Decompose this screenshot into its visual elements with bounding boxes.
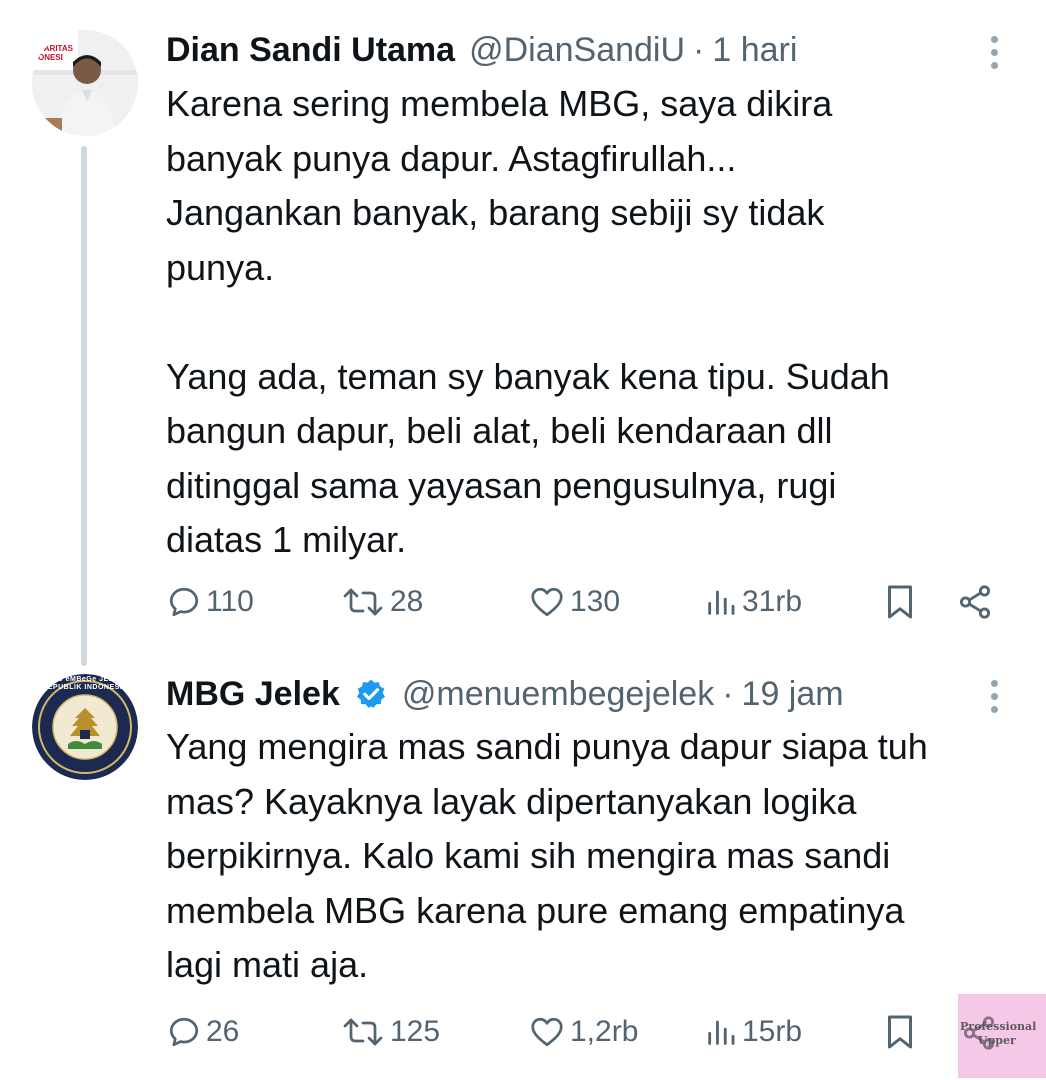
bookmark-icon — [888, 585, 912, 619]
tweet-actions: 110 28 130 31rb — [166, 580, 1006, 624]
verified-icon — [354, 677, 388, 711]
bookmark-button[interactable] — [882, 580, 918, 624]
tweet-text-blank-line — [166, 295, 1026, 350]
tweet-timestamp[interactable]: 19 jam — [742, 674, 844, 714]
bookmark-button[interactable] — [882, 1010, 918, 1054]
like-button[interactable]: 1,2rb — [528, 1010, 638, 1054]
like-count: 130 — [570, 585, 621, 618]
views-icon — [708, 1020, 735, 1045]
tweet-text-line: bangun dapur, beli alat, beli kendaraan … — [166, 410, 833, 451]
like-icon — [531, 1017, 563, 1047]
watermark-stamp: Professional Upper — [958, 994, 1046, 1078]
reply-count: 110 — [206, 585, 254, 618]
views-count: 15rb — [742, 1015, 803, 1048]
avatar-logo-text: MENU eMBeGe JELEK · REPUBLIK INDONESIA — [40, 676, 130, 691]
share-button[interactable] — [956, 580, 994, 624]
avatar[interactable]: MENU eMBeGe JELEK · REPUBLIK INDONESIA — [32, 674, 138, 780]
views-button[interactable]: 15rb — [704, 1010, 802, 1054]
tweet-header: Dian Sandi Utama @DianSandiU · 1 hari — [166, 30, 797, 70]
tweet-text-line: Yang ada, teman sy banyak kena tipu. Sud… — [166, 355, 890, 397]
more-icon[interactable] — [984, 676, 1004, 716]
tweet-text-line: mas? Kayaknya layak dipertanyakan logika — [166, 780, 857, 822]
tweet-text-line: berpikirnya. Kalo kami sih mengira mas s… — [166, 835, 891, 876]
avatar-badge-text: DARITAS ONESI — [38, 44, 73, 62]
views-button[interactable]: 31rb — [704, 580, 802, 624]
tweet-text-line: membela MBG karena pure emang empatinya — [166, 889, 905, 931]
watermark-line: Upper — [978, 1034, 1016, 1047]
views-count: 31rb — [742, 585, 803, 618]
more-icon[interactable] — [984, 32, 1004, 72]
views-icon — [708, 590, 735, 615]
avatar[interactable]: DARITAS ONESI — [32, 30, 138, 136]
tweet-text-line: diatas 1 milyar. — [166, 519, 407, 560]
reply-button[interactable]: 110 — [166, 580, 254, 624]
tweet-text: Karena sering membela MBG, saya dikira b… — [166, 77, 1026, 568]
reply-button[interactable]: 26 — [166, 1010, 239, 1054]
tweet-original[interactable]: DARITAS ONESI Dian Sandi Utama @DianSand… — [0, 0, 1046, 666]
tweet-reply[interactable]: MENU eMBeGe JELEK · REPUBLIK INDONESIA M… — [0, 660, 1046, 1080]
like-count: 1,2rb — [570, 1015, 639, 1048]
author-name[interactable]: MBG Jelek — [166, 674, 340, 714]
like-icon — [531, 587, 563, 617]
tweet-thread: DARITAS ONESI Dian Sandi Utama @DianSand… — [0, 0, 1046, 1080]
retweet-button[interactable]: 125 — [340, 1010, 440, 1054]
retweet-count: 125 — [390, 1015, 441, 1048]
tweet-header: MBG Jelek @menuembegejelek · 19 jam — [166, 674, 844, 714]
watermark-line: Professional — [960, 1020, 1037, 1033]
author-name[interactable]: Dian Sandi Utama — [166, 30, 455, 70]
share-icon — [959, 585, 991, 619]
separator-dot: · — [693, 31, 705, 69]
retweet-count: 28 — [390, 585, 424, 618]
reply-icon — [169, 587, 199, 617]
thread-connector-line — [81, 146, 87, 666]
tweet-text-line: punya. — [166, 246, 275, 288]
tweet-text-line: Karena sering membela MBG, saya dikira — [166, 83, 833, 124]
author-handle[interactable]: @menuembegejelek — [402, 674, 714, 714]
tweet-text-line: ditinggal sama yayasan pengusulnya, rugi — [166, 464, 837, 506]
tweet-text-line: banyak punya dapur. Astagfirullah... — [166, 137, 737, 179]
reply-icon — [169, 1017, 199, 1047]
separator-dot: · — [722, 675, 734, 713]
like-button[interactable]: 130 — [528, 580, 620, 624]
reply-count: 26 — [206, 1015, 240, 1048]
author-handle[interactable]: @DianSandiU — [469, 30, 685, 70]
bookmark-icon — [888, 1015, 912, 1049]
tweet-text: Yang mengira mas sandi punya dapur siapa… — [166, 720, 1026, 993]
retweet-icon — [343, 1018, 383, 1046]
retweet-icon — [343, 588, 383, 616]
tweet-timestamp[interactable]: 1 hari — [712, 30, 797, 70]
tweet-actions: 26 125 1,2rb 15rb — [166, 1010, 1006, 1054]
tweet-text-line: lagi mati aja. — [166, 944, 369, 985]
retweet-button[interactable]: 28 — [340, 580, 423, 624]
tweet-text-line: Yang mengira mas sandi punya dapur siapa… — [166, 726, 928, 767]
tweet-text-line: Jangankan banyak, barang sebiji sy tidak — [166, 192, 825, 233]
